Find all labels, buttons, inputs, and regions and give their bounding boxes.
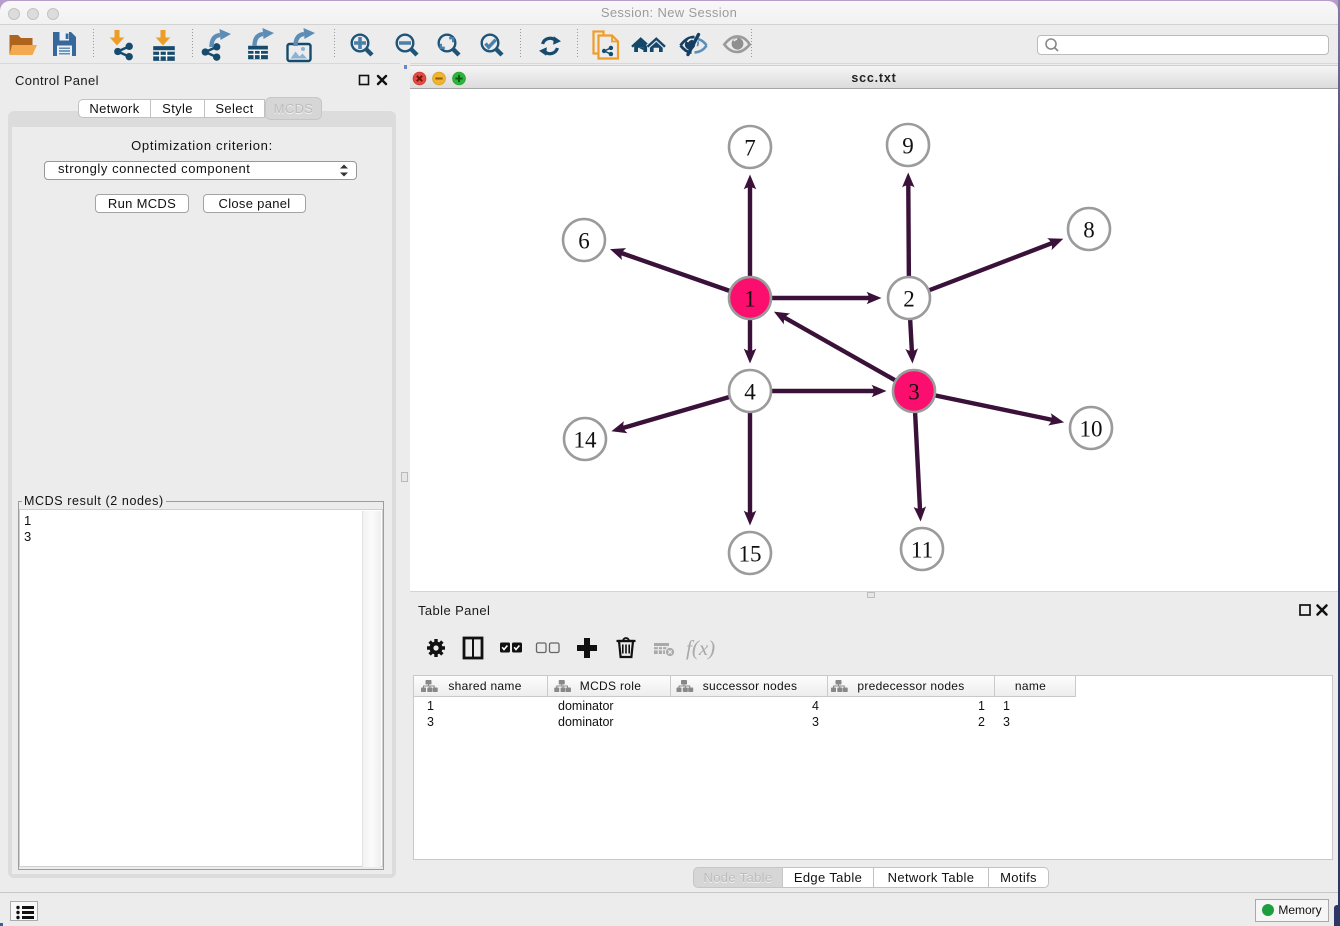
svg-text:f(x): f(x) <box>686 636 715 660</box>
svg-text:14: 14 <box>574 428 598 453</box>
svg-text:15: 15 <box>739 542 762 567</box>
svg-text:7: 7 <box>744 136 756 161</box>
svg-text:9: 9 <box>902 134 914 159</box>
svg-text:10: 10 <box>1080 417 1103 442</box>
svg-text:11: 11 <box>911 538 933 563</box>
svg-text:8: 8 <box>1083 218 1095 243</box>
svg-text:4: 4 <box>744 380 756 405</box>
svg-text:3: 3 <box>908 380 920 405</box>
svg-text:1: 1 <box>744 287 756 312</box>
svg-text:2: 2 <box>903 287 915 312</box>
svg-text:6: 6 <box>578 229 590 254</box>
